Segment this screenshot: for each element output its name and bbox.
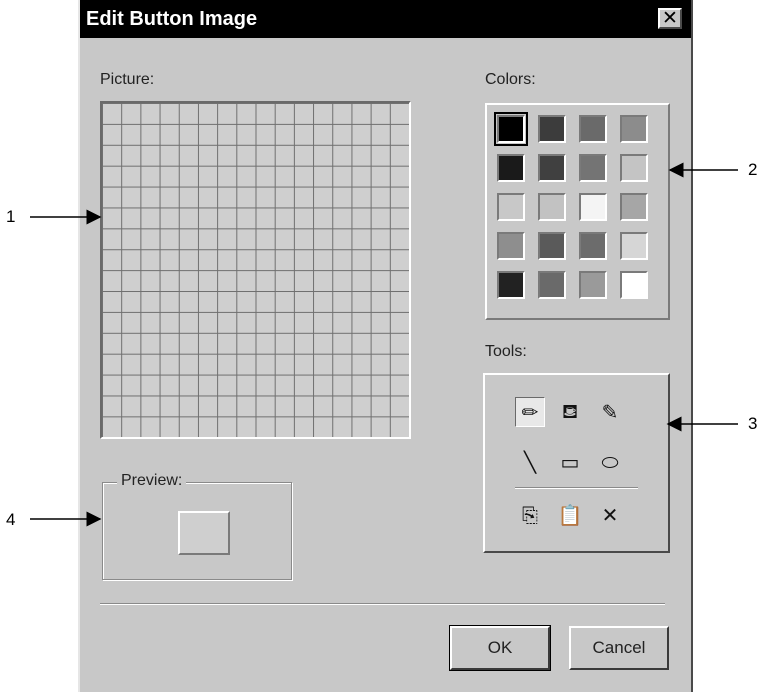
callout-arrows (30, 162, 738, 527)
